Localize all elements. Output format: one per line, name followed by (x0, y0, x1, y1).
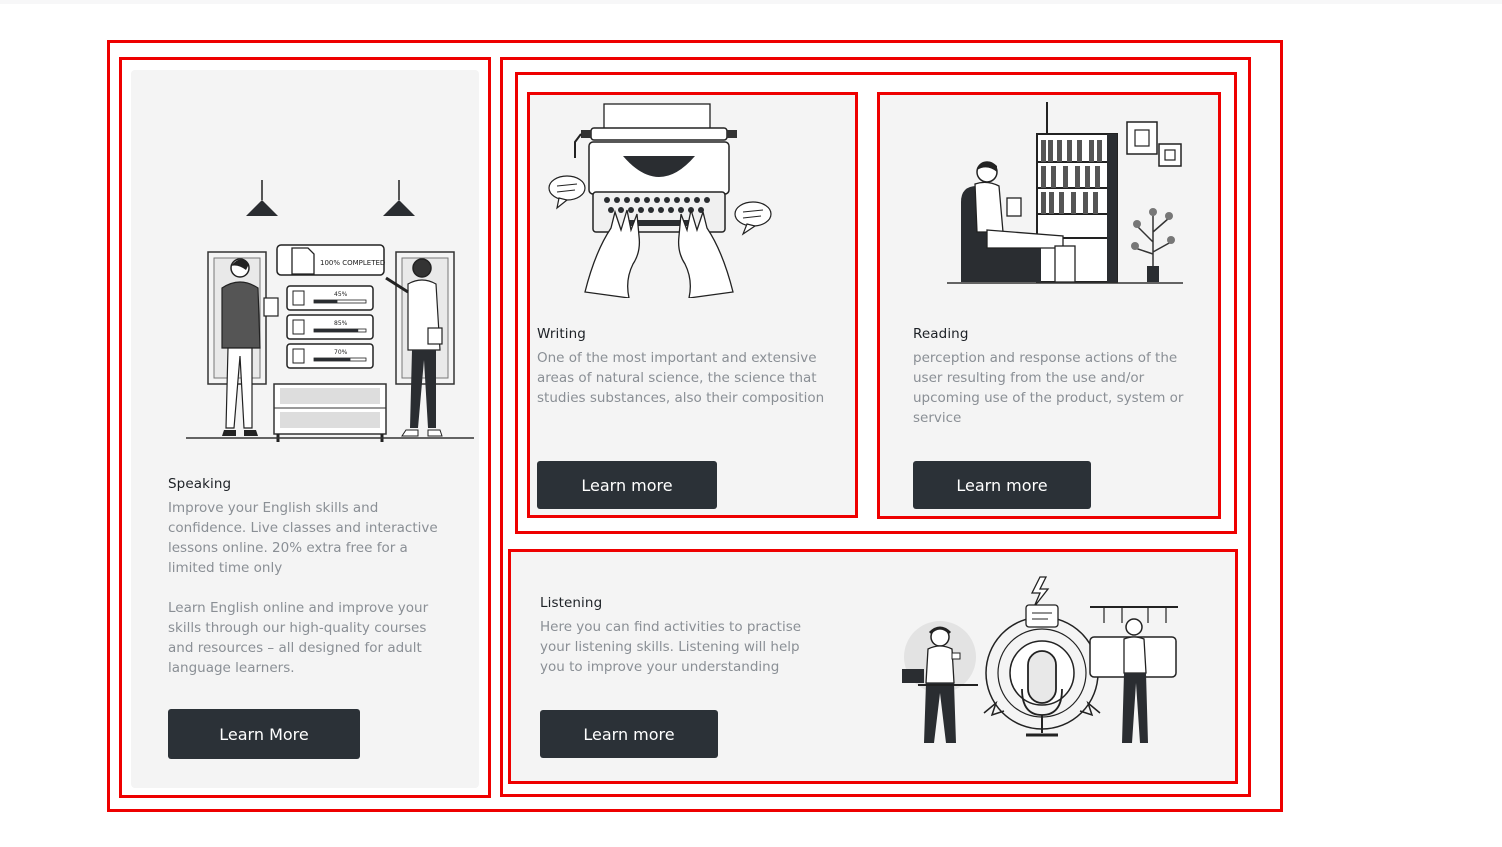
top-strip (0, 0, 1502, 4)
listening-card-outline (508, 549, 1238, 784)
reading-card-outline (877, 92, 1221, 519)
writing-card-outline (527, 92, 858, 518)
speaking-card-outline (119, 57, 491, 798)
